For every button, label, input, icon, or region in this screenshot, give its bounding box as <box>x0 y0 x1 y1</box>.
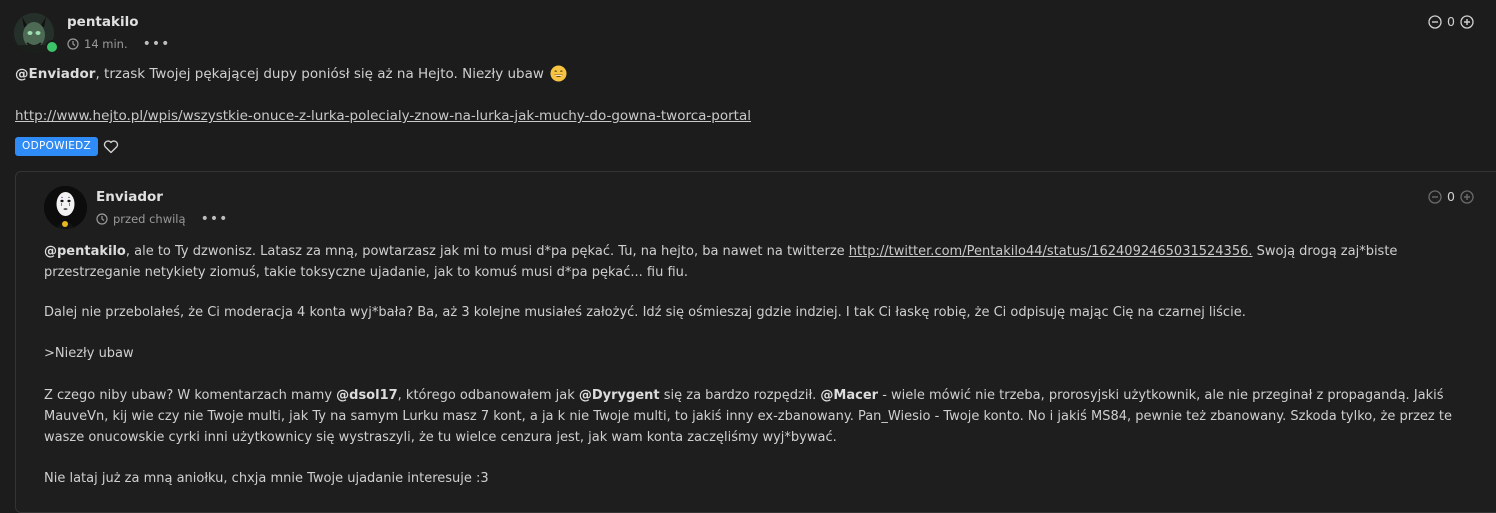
more-options-icon[interactable]: ••• <box>201 212 229 226</box>
reply-username[interactable]: Enviador <box>96 189 163 205</box>
reply-time: przed chwilą <box>113 212 186 226</box>
reply-vote: 0 <box>1428 189 1474 204</box>
post-vote: 0 <box>1428 14 1474 29</box>
clock-icon <box>96 213 108 225</box>
reply-button[interactable]: ODPOWIEDZ <box>15 137 99 156</box>
mention-dsol17[interactable]: @dsol17 <box>336 388 398 403</box>
online-status-dot <box>45 40 59 54</box>
reply-quote: >Niezły ubaw <box>44 346 134 361</box>
reply-text: , którego odbanowałem jak <box>397 388 579 403</box>
grinning-face-icon <box>550 65 567 82</box>
avatar-enviador[interactable] <box>44 186 87 229</box>
post-username[interactable]: pentakilo <box>67 14 139 30</box>
clock-icon <box>67 38 79 50</box>
reply-text: się za bardzo rozpędził. <box>659 388 821 403</box>
post-meta: 14 min. ••• <box>67 37 170 51</box>
post-link[interactable]: http://www.hejto.pl/wpis/wszystkie-onuce… <box>15 108 751 124</box>
post-body: @Enviador, trzask Twojej pękającej dupy … <box>15 64 1475 85</box>
reply-text: Z czego niby ubaw? W komentarzach mamy <box>44 388 337 403</box>
upvote-icon[interactable] <box>1460 14 1474 29</box>
reply-container <box>15 171 1496 513</box>
reply-paragraph-4: Z czego niby ubaw? W komentarzach mamy @… <box>44 385 1492 448</box>
reply-paragraph-5: Nie lataj już za mną aniołku, chxja mnie… <box>44 471 489 486</box>
mention-macer[interactable]: @Macer <box>820 388 878 403</box>
post-time: 14 min. <box>84 37 128 51</box>
mention-dyrygent[interactable]: @Dyrygent <box>579 388 660 403</box>
reply-vote-count: 0 <box>1447 189 1455 204</box>
mention-enviador[interactable]: @Enviador <box>15 66 95 82</box>
more-options-icon[interactable]: ••• <box>143 37 171 51</box>
post-text: , trzask Twojej pękającej dupy poniósł s… <box>95 66 544 82</box>
post-vote-count: 0 <box>1447 14 1455 29</box>
twitter-link[interactable]: http://twitter.com/Pentakilo44/status/16… <box>849 244 1253 259</box>
reply-paragraph-2: Dalej nie przebolałeś, że Ci moderacja 4… <box>44 305 1246 320</box>
downvote-icon[interactable] <box>1428 14 1442 29</box>
upvote-icon[interactable] <box>1460 189 1474 204</box>
heart-icon[interactable] <box>103 139 119 154</box>
post-link-row: http://www.hejto.pl/wpis/wszystkie-onuce… <box>15 106 751 127</box>
reply-text: , ale to Ty dzwonisz. Latasz za mną, pow… <box>125 244 849 259</box>
downvote-icon[interactable] <box>1428 189 1442 204</box>
reply-meta: przed chwilą ••• <box>96 212 228 226</box>
reply-paragraph-1: @pentakilo, ale to Ty dzwonisz. Latasz z… <box>44 241 1492 283</box>
mention-pentakilo[interactable]: @pentakilo <box>44 244 126 259</box>
